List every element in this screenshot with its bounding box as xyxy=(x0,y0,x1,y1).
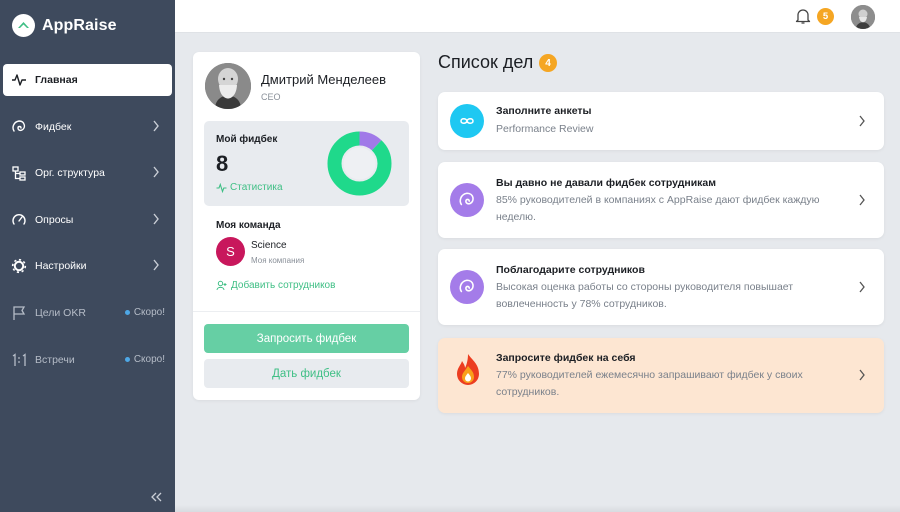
feedback-donut-chart xyxy=(327,131,392,196)
sidebar-item-label: Цели OKR xyxy=(35,306,86,319)
sidebar-item-feedback[interactable]: Фидбек xyxy=(3,111,172,143)
todo-item-fill-surveys[interactable]: Заполните анкеты Performance Review xyxy=(438,92,884,150)
notifications-count-badge: 5 xyxy=(817,8,834,25)
sidebar-item-settings[interactable]: Настройки xyxy=(3,250,172,282)
top-bar: 5 xyxy=(175,0,900,33)
todo-count-badge: 4 xyxy=(539,54,557,72)
chevron-right-icon xyxy=(859,115,865,127)
sidebar-item-surveys[interactable]: Опросы xyxy=(3,204,172,236)
sidebar-item-label: Орг. структура xyxy=(35,167,105,180)
appraise-logo-icon xyxy=(12,14,35,37)
chevron-right-icon xyxy=(859,194,865,206)
todo-description: 85% руководителей в компаниях с AppRaise… xyxy=(496,194,820,223)
notifications-button[interactable] xyxy=(795,7,811,30)
flag-icon xyxy=(10,304,28,322)
chevron-right-icon xyxy=(859,281,865,293)
statistics-link[interactable]: Статистика xyxy=(216,182,283,193)
todo-item-request-feedback[interactable]: Запросите фидбек на себя 77% руководител… xyxy=(438,338,884,413)
team-name[interactable]: Science xyxy=(251,240,287,251)
feedback-icon xyxy=(10,118,28,136)
pulse-icon xyxy=(216,182,227,193)
sidebar-item-home[interactable]: Главная xyxy=(3,64,172,96)
sidebar-item-label: Главная xyxy=(35,74,78,86)
chevron-right-icon xyxy=(153,120,159,132)
profile-avatar xyxy=(205,63,251,109)
bell-icon xyxy=(795,9,811,24)
todo-description: Высокая оценка работы со стороны руковод… xyxy=(496,281,794,310)
team-avatar[interactable]: S xyxy=(216,237,245,266)
app-logo[interactable]: AppRaise xyxy=(12,14,117,37)
fire-icon xyxy=(450,352,486,388)
donut-center xyxy=(343,147,376,180)
sidebar-item-label: Опросы xyxy=(35,213,74,226)
chevron-right-icon xyxy=(153,259,159,271)
chevron-right-icon xyxy=(153,213,159,225)
chevron-right-icon xyxy=(153,166,159,178)
sidebar-item-okr: Цели OKR Скоро! xyxy=(3,297,172,329)
performance-review-icon xyxy=(450,104,484,138)
org-structure-icon xyxy=(10,164,28,182)
todo-description: Performance Review xyxy=(496,123,594,135)
add-employees-link[interactable]: Добавить сотрудников xyxy=(216,280,335,291)
sidebar-item-label: Встречи xyxy=(35,353,75,366)
coming-soon-badge: Скоро! xyxy=(124,307,165,318)
double-chevron-left-icon xyxy=(151,492,162,502)
collapse-sidebar-button[interactable] xyxy=(150,490,163,508)
feedback-bubble-icon xyxy=(450,270,484,304)
sidebar-nav: Главная Фидбек Орг. структура Опросы Нас… xyxy=(0,64,175,390)
team-subtitle: Моя компания xyxy=(251,256,305,265)
request-feedback-button[interactable]: Запросить фидбек xyxy=(204,324,409,353)
todo-description: 77% руководителей ежемесячно запрашивают… xyxy=(496,369,803,398)
sidebar-item-org-structure[interactable]: Орг. структура xyxy=(3,157,172,189)
sidebar-item-label: Настройки xyxy=(35,260,87,273)
user-avatar[interactable] xyxy=(851,5,875,29)
my-feedback-count: 8 xyxy=(216,151,229,176)
bottom-edge xyxy=(175,505,900,512)
app-name: AppRaise xyxy=(42,16,117,34)
gauge-icon xyxy=(10,211,28,229)
give-feedback-button[interactable]: Дать фидбек xyxy=(204,359,409,388)
todo-item-thank-employees[interactable]: Поблагодарите сотрудников Высокая оценка… xyxy=(438,249,884,325)
profile-card: Дмитрий Менделеев CEO Мой фидбек 8 Стати… xyxy=(193,52,420,400)
todo-heading: Поблагодарите сотрудников xyxy=(496,264,645,276)
todo-list-title: Список дел xyxy=(438,52,534,72)
sidebar-item-meetings: Встречи Скоро! xyxy=(3,344,172,376)
feedback-bubble-icon xyxy=(450,183,484,217)
sidebar-item-label: Фидбек xyxy=(35,120,72,133)
todo-heading: Запросите фидбек на себя xyxy=(496,352,636,364)
gear-icon xyxy=(10,257,28,275)
todo-heading: Заполните анкеты xyxy=(496,105,592,117)
coming-soon-badge: Скоро! xyxy=(124,354,165,365)
todo-item-give-feedback[interactable]: Вы давно не давали фидбек сотрудникам 85… xyxy=(438,162,884,238)
my-team-title: Моя команда xyxy=(216,220,281,231)
profile-name: Дмитрий Менделеев xyxy=(261,72,387,87)
divider xyxy=(193,311,420,312)
chevron-right-icon xyxy=(859,369,865,381)
sidebar: AppRaise Главная Фидбек Орг. структура О… xyxy=(0,0,175,512)
add-user-icon xyxy=(216,280,227,291)
profile-role: CEO xyxy=(261,92,281,102)
my-feedback-panel: Мой фидбек 8 Статистика xyxy=(204,121,409,206)
todo-heading: Вы давно не давали фидбек сотрудникам xyxy=(496,177,717,189)
my-feedback-title: Мой фидбек xyxy=(216,134,278,145)
one-on-one-icon xyxy=(10,351,28,369)
pulse-icon xyxy=(10,71,28,89)
